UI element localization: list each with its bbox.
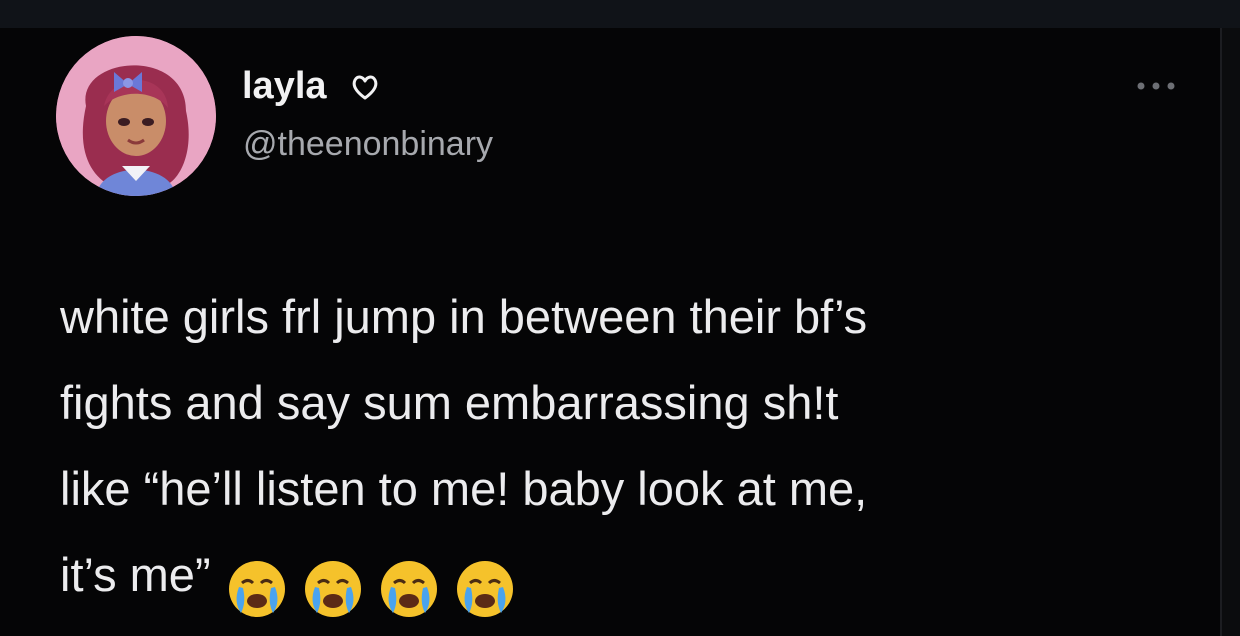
loudly-crying-face-icon — [380, 560, 437, 617]
tweet-text-line: white girls frl jump in between their bf… — [60, 290, 868, 343]
tweet-text-line: fights and say sum embarrassing sh!t — [60, 376, 839, 429]
user-handle[interactable]: @theenonbinary — [243, 124, 493, 164]
tweet-text-last-line: it’s me” — [60, 532, 1200, 628]
avatar-illustration — [56, 36, 216, 196]
emoji-row — [227, 542, 531, 628]
display-name[interactable]: layla — [242, 64, 327, 108]
loudly-crying-face-icon — [456, 560, 513, 617]
tweet-screenshot: layla @theenonbinary white girls frl jum… — [0, 0, 1240, 636]
scrollbar[interactable] — [1220, 28, 1240, 636]
tweet-text-line: like “he’ll listen to me! baby look at m… — [60, 462, 868, 515]
avatar[interactable] — [56, 36, 216, 196]
more-options-icon[interactable] — [1133, 78, 1179, 94]
tweet-text: white girls frl jump in between their bf… — [60, 274, 1200, 628]
loudly-crying-face-icon — [228, 560, 285, 617]
loudly-crying-face-icon — [304, 560, 361, 617]
heart-outline-icon — [352, 75, 378, 100]
tweet-text-line: it’s me” — [60, 548, 211, 601]
top-bar — [0, 0, 1240, 28]
